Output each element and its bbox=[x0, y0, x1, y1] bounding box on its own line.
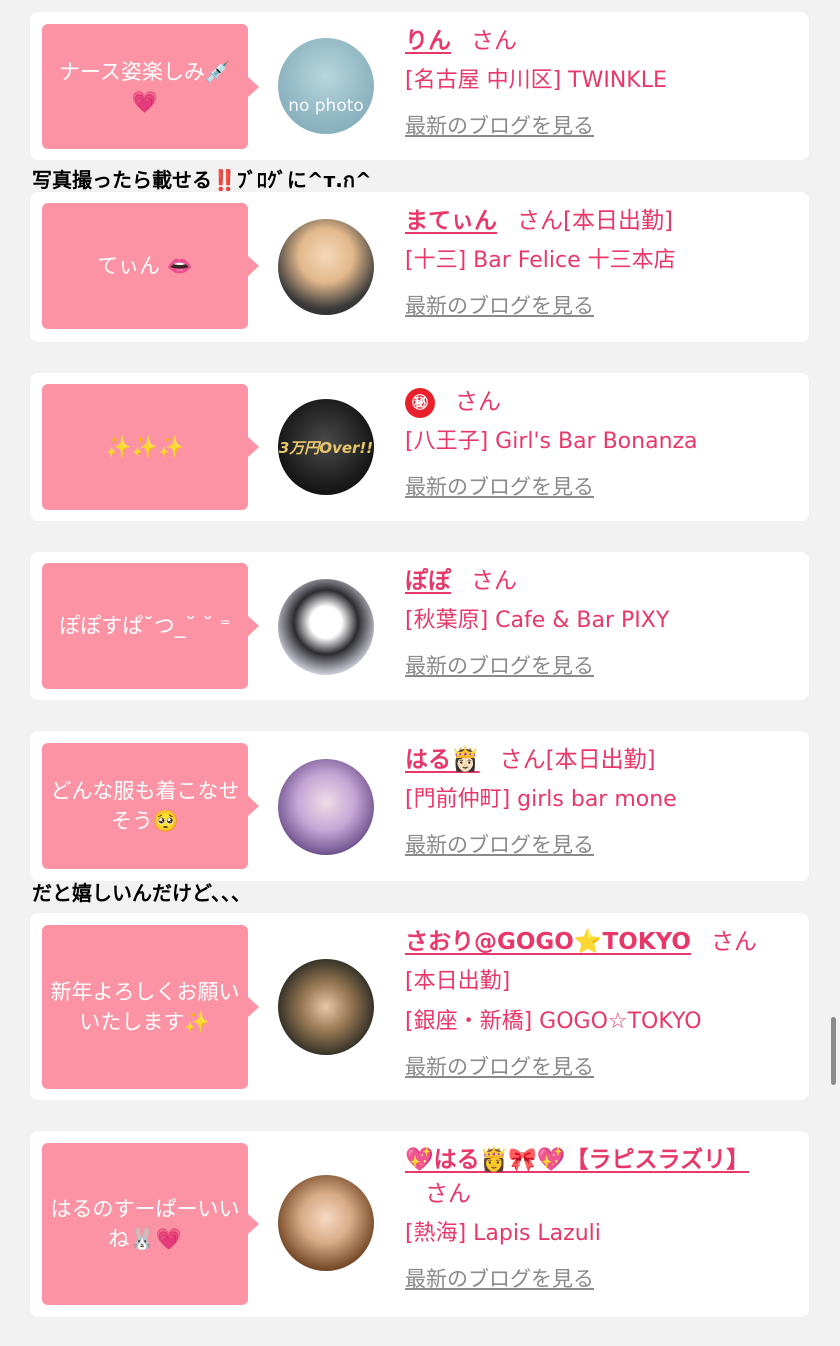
avatar[interactable] bbox=[278, 959, 374, 1055]
card-info: はる👸🏻 さん[本日出勤] [門前仲町] girls bar mone 最新のブロ… bbox=[405, 743, 795, 859]
message-text: ナース姿楽しみ💉💗 bbox=[58, 59, 232, 114]
san-label: さん bbox=[455, 389, 501, 415]
no-photo-label: no photo bbox=[288, 96, 364, 116]
latest-blog-link[interactable]: 最新のブログを見る bbox=[405, 650, 795, 680]
avatar[interactable] bbox=[278, 579, 374, 675]
secret-badge-icon[interactable]: ㊙ bbox=[405, 387, 435, 418]
san-label: さん bbox=[517, 208, 563, 234]
name-line: まてぃん さん[本日出勤] bbox=[405, 204, 795, 238]
san-label: さん bbox=[471, 28, 517, 54]
name-link[interactable]: ぽぽ bbox=[405, 568, 451, 594]
name-line: ぽぽ さん bbox=[405, 564, 795, 598]
blog-card: 新年よろしくお願いいたします✨ さおり@GOGO⭐TOKYO さん [本日出勤] … bbox=[30, 913, 809, 1100]
message-bubble: ナース姿楽しみ💉💗 bbox=[42, 24, 259, 149]
san-label: さん bbox=[471, 568, 517, 594]
blog-card: てぃん 👄 まてぃん さん[本日出勤] [十三] Bar Felice 十三本店 … bbox=[30, 192, 809, 342]
scrollbar[interactable] bbox=[831, 1017, 836, 1085]
message-text: ✨✨✨ bbox=[105, 435, 185, 459]
status-label: [本日出勤] bbox=[405, 969, 511, 994]
avatar[interactable]: 3万円Over!! bbox=[278, 399, 374, 495]
message-bubble: 新年よろしくお願いいたします✨ bbox=[42, 925, 259, 1089]
message-text: どんな服も着こなせそう🥺 bbox=[50, 779, 240, 833]
name-link[interactable]: さおり@GOGO⭐TOKYO bbox=[405, 929, 691, 955]
name-link[interactable]: はる👸🏻 bbox=[405, 747, 480, 773]
avatar-banner-text: 3万円Over!! bbox=[278, 438, 374, 457]
caption: だと嬉しいんだけど、、、 bbox=[32, 881, 251, 905]
shop-label[interactable]: [熱海] Lapis Lazuli bbox=[405, 1217, 765, 1251]
message-bubble: はるのすーぱーいいね🐰💗 bbox=[42, 1143, 259, 1305]
blog-card: ぽぽすぱ˘つ_˘ ˘ ⁼ ぽぽ さん [秋葉原] Cafe & Bar PIXY … bbox=[30, 552, 809, 700]
san-label: さん bbox=[499, 747, 546, 773]
message-bubble: ✨✨✨ bbox=[42, 384, 259, 510]
message-bubble: てぃん 👄 bbox=[42, 203, 259, 329]
latest-blog-link[interactable]: 最新のブログを見る bbox=[405, 290, 795, 320]
name-line: 💖はる👸🎀💖【ラピスラズリ】さん bbox=[405, 1143, 765, 1211]
avatar[interactable] bbox=[278, 1175, 374, 1271]
name-link[interactable]: 💖はる👸🎀💖【ラピスラズリ】 bbox=[405, 1147, 749, 1173]
card-info: まてぃん さん[本日出勤] [十三] Bar Felice 十三本店 最新のブログ… bbox=[405, 204, 795, 320]
shop-label[interactable]: [十三] Bar Felice 十三本店 bbox=[405, 244, 795, 278]
avatar[interactable] bbox=[278, 759, 374, 855]
avatar[interactable] bbox=[278, 219, 374, 315]
card-info: ㊙さん [八王子] Girl's Bar Bonanza 最新のブログを見る bbox=[405, 385, 795, 501]
card-info: 💖はる👸🎀💖【ラピスラズリ】さん [熱海] Lapis Lazuli 最新のブロ… bbox=[405, 1143, 765, 1293]
san-label: さん bbox=[710, 929, 757, 955]
status-label: [本日出勤] bbox=[563, 208, 673, 234]
san-label: さん bbox=[425, 1181, 471, 1207]
shop-label[interactable]: [八王子] Girl's Bar Bonanza bbox=[405, 425, 795, 459]
blog-card: ✨✨✨ 3万円Over!! ㊙さん [八王子] Girl's Bar Bonan… bbox=[30, 373, 809, 521]
latest-blog-link[interactable]: 最新のブログを見る bbox=[405, 471, 795, 501]
name-line: はる👸🏻 さん[本日出勤] bbox=[405, 743, 795, 777]
card-info: りん さん [名古屋 中川区] TWINKLE 最新のブログを見る bbox=[405, 24, 795, 140]
card-info: ぽぽ さん [秋葉原] Cafe & Bar PIXY 最新のブログを見る bbox=[405, 564, 795, 680]
shop-label[interactable]: [銀座・新橋] GOGO☆TOKYO bbox=[405, 1005, 795, 1039]
name-link[interactable]: りん bbox=[405, 28, 451, 54]
name-link[interactable]: まてぃん bbox=[405, 208, 497, 234]
latest-blog-link[interactable]: 最新のブログを見る bbox=[405, 1051, 795, 1081]
name-line: りん さん bbox=[405, 24, 795, 58]
message-text: 新年よろしくお願いいたします✨ bbox=[50, 980, 240, 1034]
shop-label[interactable]: [名古屋 中川区] TWINKLE bbox=[405, 64, 795, 98]
message-bubble: ぽぽすぱ˘つ_˘ ˘ ⁼ bbox=[42, 563, 259, 689]
card-info: さおり@GOGO⭐TOKYO さん [本日出勤] [銀座・新橋] GOGO☆TOK… bbox=[405, 925, 795, 1081]
shop-label[interactable]: [門前仲町] girls bar mone bbox=[405, 783, 795, 817]
blog-card: はるのすーぱーいいね🐰💗 💖はる👸🎀💖【ラピスラズリ】さん [熱海] Lapis… bbox=[30, 1131, 809, 1317]
name-line: ㊙さん bbox=[405, 385, 795, 419]
shop-label[interactable]: [秋葉原] Cafe & Bar PIXY bbox=[405, 604, 795, 638]
message-bubble: どんな服も着こなせそう🥺 bbox=[42, 743, 259, 869]
message-text: はるのすーぱーいいね🐰💗 bbox=[50, 1197, 240, 1251]
name-line: さおり@GOGO⭐TOKYO さん bbox=[405, 925, 795, 959]
blog-card: どんな服も着こなせそう🥺 はる👸🏻 さん[本日出勤] [門前仲町] girls b… bbox=[30, 731, 809, 881]
status-label: [本日出勤] bbox=[545, 747, 656, 773]
latest-blog-link[interactable]: 最新のブログを見る bbox=[405, 829, 795, 859]
latest-blog-link[interactable]: 最新のブログを見る bbox=[405, 1263, 765, 1293]
message-text: てぃん 👄 bbox=[97, 254, 193, 278]
avatar[interactable]: no photo bbox=[278, 38, 374, 134]
latest-blog-link[interactable]: 最新のブログを見る bbox=[405, 110, 795, 140]
blog-card: ナース姿楽しみ💉💗 no photo りん さん [名古屋 中川区] TWINKL… bbox=[30, 12, 809, 160]
message-text: ぽぽすぱ˘つ_˘ ˘ ⁼ bbox=[59, 614, 231, 638]
